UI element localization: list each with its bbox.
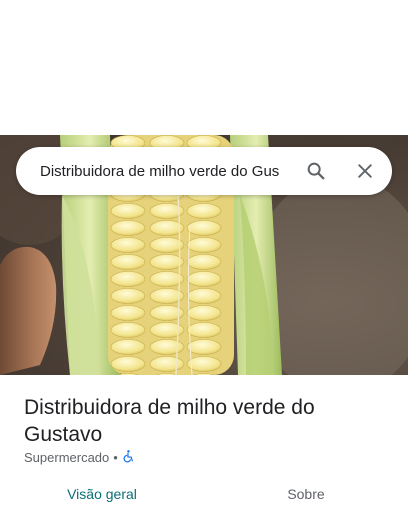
corn-kernel [110,356,146,372]
tab-overview[interactable]: Visão geral [0,478,204,510]
corn-kernel [149,322,185,338]
corn-kernel [110,220,146,236]
corn-kernel [110,271,146,287]
place-category: Supermercado [24,450,110,465]
close-icon[interactable] [351,157,379,185]
search-input[interactable]: Distribuidora de milho verde do Gus [40,147,305,195]
corn-kernel [149,339,185,355]
place-title: Distribuidora de milho verde do Gustavo [24,396,315,446]
corn-kernel [110,203,146,219]
corn-kernel [110,237,146,253]
corn-kernel [110,305,146,321]
corn-kernel [110,254,146,270]
search-bar[interactable]: Distribuidora de milho verde do Gus [16,147,392,195]
corn-kernel [186,237,222,253]
corn-kernel [186,254,222,270]
corn-kernel [110,288,146,304]
tab-about[interactable]: Sobre [204,478,408,510]
corn-kernel [186,288,222,304]
place-tabs: Visão geral Sobre [0,478,408,510]
corn-kernel [186,203,222,219]
corn-kernel [186,339,222,355]
wheelchair-icon [122,449,135,466]
corn-kernel [110,339,146,355]
corn-kernel [186,305,222,321]
corn-kernel [186,322,222,338]
corn-kernel [186,271,222,287]
place-subtitle: Supermercado • [24,449,135,466]
search-icon[interactable] [302,157,330,185]
corn-kernel [186,220,222,236]
corn-kernel [149,356,185,372]
corn-kernel [186,356,222,372]
separator-dot: • [113,450,118,465]
blank-area [0,0,408,135]
corn-kernel [110,322,146,338]
